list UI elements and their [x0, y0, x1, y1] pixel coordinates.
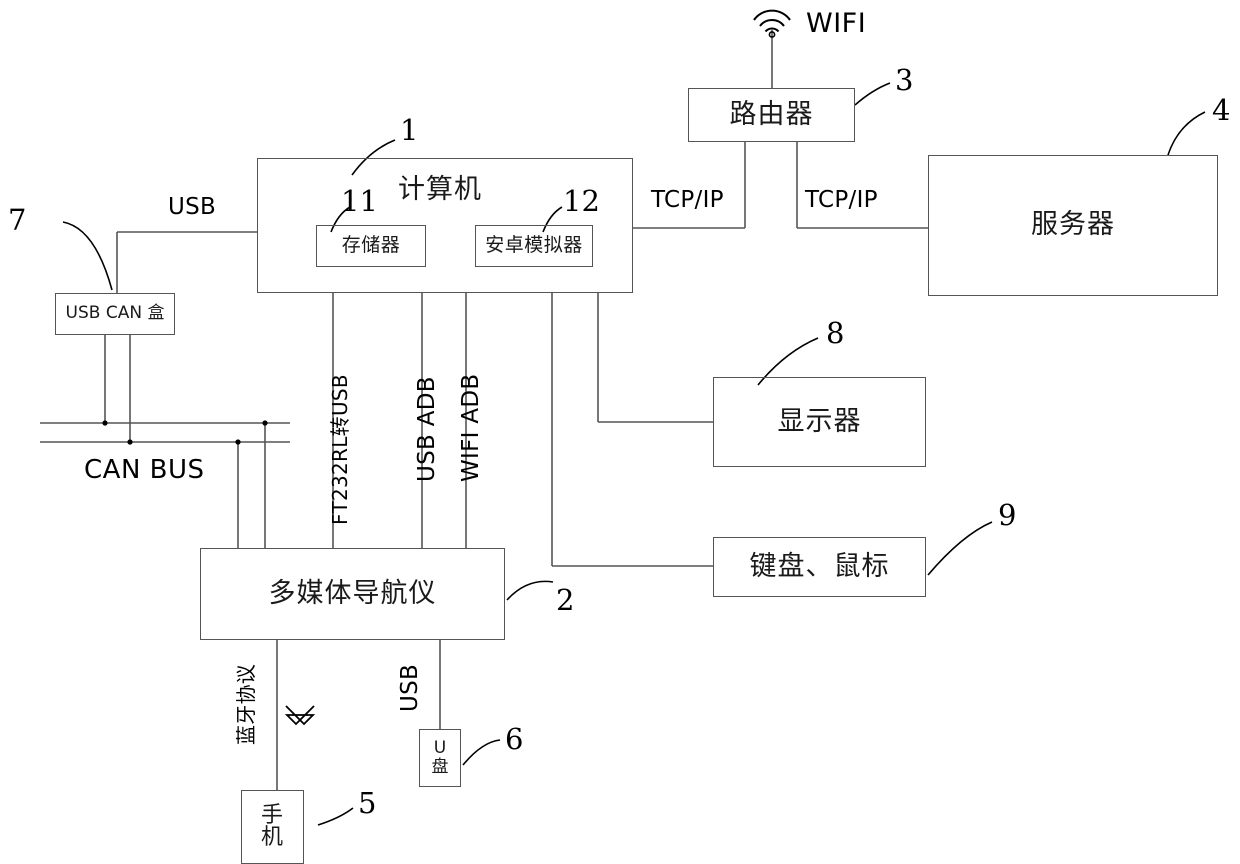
- node-computer-label: 计算机: [398, 174, 482, 205]
- ref-number-2: 2: [556, 583, 575, 617]
- node-udisk-label: U 盘: [431, 737, 449, 777]
- ref-number-11: 11: [341, 184, 378, 218]
- edge-label-ft232rl-usb: FT232RL转USB: [328, 374, 352, 525]
- ref-number-4: 4: [1212, 93, 1231, 127]
- junction-dot-canbus-a: [102, 420, 108, 426]
- edge-label-wifi-adb: WIFI ADB: [458, 373, 484, 482]
- node-router-label: 路由器: [729, 98, 814, 130]
- leader-ref-5: [317, 807, 354, 826]
- leader-ref-3: [854, 82, 891, 106]
- node-storage[interactable]: 存储器: [316, 225, 426, 267]
- node-phone-label: 手 机: [260, 803, 284, 850]
- bluetooth-icon: [284, 705, 316, 726]
- junction-dot-canbus-c: [235, 439, 241, 445]
- node-display[interactable]: 显示器: [713, 377, 926, 467]
- node-udisk[interactable]: U 盘: [419, 729, 461, 787]
- node-server[interactable]: 服务器: [928, 155, 1218, 296]
- wifi-label: WIFI: [806, 8, 867, 39]
- junction-dot-canbus-d: [262, 420, 268, 426]
- ref-number-6: 6: [505, 722, 524, 756]
- leader-ref-6: [462, 739, 501, 766]
- leader-ref-2: [506, 580, 554, 601]
- node-server-label: 服务器: [1031, 209, 1115, 241]
- edge-label-tcpip-server: TCP/IP: [805, 187, 878, 213]
- leader-ref-4: [1167, 111, 1206, 156]
- edge-label-usb-adb: USB ADB: [414, 376, 440, 482]
- ref-number-3: 3: [895, 63, 914, 97]
- edge-label-bluetooth-protocol: 蓝牙协议: [234, 663, 258, 745]
- node-usb-can-box[interactable]: USB CAN 盒: [55, 293, 175, 335]
- node-usb-can-box-label: USB CAN 盒: [65, 303, 165, 324]
- edge-label-tcpip-computer: TCP/IP: [651, 187, 724, 213]
- edge-label-usb-udisk: USB: [397, 663, 423, 712]
- node-navigator-label: 多媒体导航仪: [268, 577, 437, 609]
- node-keyboard-mouse-label: 键盘、鼠标: [749, 550, 890, 582]
- node-navigator[interactable]: 多媒体导航仪: [200, 548, 505, 640]
- ref-number-12: 12: [563, 184, 600, 218]
- leader-ref-7: [62, 221, 113, 291]
- node-display-label: 显示器: [777, 405, 862, 437]
- edge-label-usb-can: USB: [168, 194, 217, 220]
- node-storage-label: 存储器: [341, 234, 401, 257]
- node-router[interactable]: 路由器: [688, 88, 855, 142]
- node-android-emulator[interactable]: 安卓模拟器: [475, 225, 593, 267]
- node-android-emulator-label: 安卓模拟器: [485, 234, 583, 257]
- node-keyboard-mouse[interactable]: 键盘、鼠标: [713, 537, 926, 597]
- node-phone[interactable]: 手 机: [241, 790, 304, 864]
- ref-number-5: 5: [358, 786, 377, 820]
- canbus-label: CAN BUS: [84, 455, 205, 485]
- system-architecture-diagram: 计算机 1 存储器 11 安卓模拟器 12 路由器 3 WIFI 服务器 4 T…: [0, 0, 1240, 864]
- diagram-connector-layer: [40, 9, 1206, 826]
- ref-number-8: 8: [826, 316, 845, 350]
- ref-number-9: 9: [998, 498, 1017, 532]
- ref-number-1: 1: [400, 113, 419, 147]
- leader-ref-9: [927, 521, 993, 576]
- junction-dot-canbus-b: [127, 439, 133, 445]
- ref-number-7: 7: [8, 203, 27, 237]
